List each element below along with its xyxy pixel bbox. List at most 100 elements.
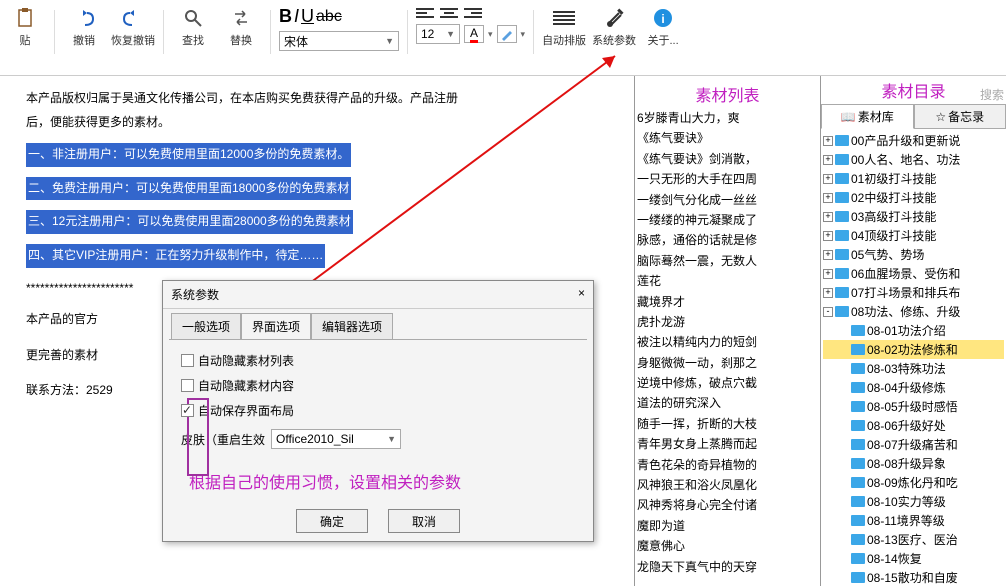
tree-item[interactable]: 08-04升级修炼 bbox=[823, 378, 1004, 397]
tree-toggle-icon[interactable]: + bbox=[823, 250, 833, 260]
replace-button[interactable]: 替换 bbox=[220, 6, 262, 48]
tab-ui[interactable]: 界面选项 bbox=[241, 313, 311, 340]
material-list-item[interactable]: 虎扑龙游 bbox=[637, 312, 818, 332]
checkbox-save-layout[interactable] bbox=[181, 404, 194, 417]
checkbox-hide-content[interactable] bbox=[181, 379, 194, 392]
tree-toggle-icon[interactable]: + bbox=[823, 174, 833, 184]
autolayout-button[interactable]: 自动排版 bbox=[542, 6, 586, 48]
tree-item[interactable]: 08-15散功和自废 bbox=[823, 568, 1004, 586]
tree-item[interactable]: 08-08升级异象 bbox=[823, 454, 1004, 473]
fontsize-select[interactable]: 12▼ bbox=[416, 24, 460, 44]
tree-toggle-icon[interactable]: + bbox=[823, 136, 833, 146]
tree-item[interactable]: 08-11境界等级 bbox=[823, 511, 1004, 530]
close-icon[interactable]: × bbox=[578, 286, 585, 303]
italic-button[interactable]: I bbox=[294, 6, 299, 27]
dialog-titlebar[interactable]: 系统参数 × bbox=[163, 281, 593, 309]
tree-item[interactable]: +07打斗场景和排兵布 bbox=[823, 283, 1004, 302]
tab-general[interactable]: 一般选项 bbox=[171, 313, 241, 340]
tree-item[interactable]: 08-05升级时感悟 bbox=[823, 397, 1004, 416]
tree-toggle-icon[interactable]: + bbox=[823, 212, 833, 222]
material-list-item[interactable]: 《练气要诀》剑消散， bbox=[637, 149, 818, 169]
align-right-button[interactable] bbox=[464, 6, 482, 20]
material-list-item[interactable]: 青色花朵的奇异植物的 bbox=[637, 455, 818, 475]
material-list-item[interactable]: 身躯微微一动，刹那之 bbox=[637, 353, 818, 373]
material-list-item[interactable]: 《练气要诀》 bbox=[637, 128, 818, 148]
redo-button[interactable]: 恢复撤销 bbox=[111, 6, 155, 48]
cancel-button[interactable]: 取消 bbox=[388, 509, 460, 533]
tree-item[interactable]: +06血腥场景、受伤和 bbox=[823, 264, 1004, 283]
tree-toggle-icon[interactable]: + bbox=[823, 193, 833, 203]
skin-select[interactable]: Office2010_Sil▼ bbox=[271, 429, 401, 449]
paste-button[interactable]: 贴 bbox=[4, 6, 46, 48]
tree-item[interactable]: 08-01功法介绍 bbox=[823, 321, 1004, 340]
tree-item[interactable]: 08-03特殊功法 bbox=[823, 359, 1004, 378]
font-select[interactable]: 宋体▼ bbox=[279, 31, 399, 51]
sysparam-button[interactable]: 系统参数 bbox=[592, 6, 636, 48]
tree-item[interactable]: 08-07升级痛苦和 bbox=[823, 435, 1004, 454]
strike-button[interactable]: abc bbox=[316, 8, 342, 26]
material-list-item[interactable]: 莲花 bbox=[637, 271, 818, 291]
tree-item[interactable]: -08功法、修练、升级 bbox=[823, 302, 1004, 321]
tree-item[interactable]: 08-09炼化丹和吃 bbox=[823, 473, 1004, 492]
material-list-item[interactable]: 风神狼王和浴火凤凰化 bbox=[637, 475, 818, 495]
material-list-item[interactable]: 青年男女身上蒸腾而起 bbox=[637, 434, 818, 454]
tab-editor[interactable]: 编辑器选项 bbox=[311, 313, 393, 340]
search-placeholder[interactable]: 搜索 bbox=[980, 86, 1004, 103]
tree-item[interactable]: +00产品升级和更新说 bbox=[823, 131, 1004, 150]
align-left-button[interactable] bbox=[416, 6, 434, 20]
material-list-item[interactable]: 被注以精纯内力的短剑 bbox=[637, 332, 818, 352]
tree-toggle-icon[interactable]: - bbox=[823, 307, 833, 317]
folder-icon bbox=[851, 515, 865, 526]
tree-item[interactable]: +03高级打斗技能 bbox=[823, 207, 1004, 226]
material-list-item[interactable]: 风神秀将身心完全付诸 bbox=[637, 495, 818, 515]
material-list-item[interactable]: 魔即为道 bbox=[637, 516, 818, 536]
about-button[interactable]: i 关于... bbox=[642, 6, 684, 48]
material-list-item[interactable]: 逆境中修炼，破点穴截 bbox=[637, 373, 818, 393]
align-center-button[interactable] bbox=[440, 6, 458, 20]
material-list-item[interactable]: 一只无形的大手在四周 bbox=[637, 169, 818, 189]
material-list-item[interactable]: 道法的研究深入 bbox=[637, 393, 818, 413]
paste-icon bbox=[13, 6, 37, 30]
material-list-item[interactable]: 魔意佛心 bbox=[637, 536, 818, 556]
tree-item[interactable]: 08-10实力等级 bbox=[823, 492, 1004, 511]
tree-item[interactable]: +04顶级打斗技能 bbox=[823, 226, 1004, 245]
material-list-item[interactable]: 随手一挥，折断的大枝 bbox=[637, 414, 818, 434]
tree-item[interactable]: +02中级打斗技能 bbox=[823, 188, 1004, 207]
folder-icon bbox=[835, 154, 849, 165]
tree-toggle-icon[interactable]: + bbox=[823, 288, 833, 298]
tab-memo[interactable]: ☆备忘录 bbox=[914, 104, 1006, 129]
tree-item[interactable]: +01初级打斗技能 bbox=[823, 169, 1004, 188]
tree-item[interactable]: 08-13医疗、医治 bbox=[823, 530, 1004, 549]
find-button[interactable]: 查找 bbox=[172, 6, 214, 48]
star-icon: ☆ bbox=[935, 110, 946, 124]
material-list-item[interactable]: 脑际蓦然一震，无数人 bbox=[637, 251, 818, 271]
tree-item[interactable]: 08-02功法修炼和 bbox=[823, 340, 1004, 359]
checkbox-hide-list[interactable] bbox=[181, 354, 194, 367]
tree-item[interactable]: +00人名、地名、功法 bbox=[823, 150, 1004, 169]
tree-item[interactable]: 08-14恢复 bbox=[823, 549, 1004, 568]
tab-material-lib[interactable]: 📖素材库 bbox=[821, 104, 914, 129]
material-list-item[interactable]: 一缕缕的神元凝聚成了 bbox=[637, 210, 818, 230]
underline-button[interactable]: U bbox=[301, 6, 314, 27]
font-color-button[interactable]: A bbox=[464, 25, 484, 43]
material-list-item[interactable]: 6岁滕青山大力，爽 bbox=[637, 108, 818, 128]
material-list-item[interactable]: 一缕剑气分化成一丝丝 bbox=[637, 190, 818, 210]
folder-icon bbox=[835, 230, 849, 241]
undo-button[interactable]: 撤销 bbox=[63, 6, 105, 48]
tree-toggle-icon[interactable]: + bbox=[823, 231, 833, 241]
folder-icon bbox=[851, 382, 865, 393]
tree-item[interactable]: 08-06升级好处 bbox=[823, 416, 1004, 435]
material-tree-panel: 素材目录 📖素材库 ☆备忘录 +00产品升级和更新说+00人名、地名、功法+01… bbox=[820, 76, 1006, 586]
highlight-button[interactable] bbox=[497, 25, 517, 43]
material-list-item[interactable]: 脉感，通俗的话就是修 bbox=[637, 230, 818, 250]
tree-toggle-icon[interactable]: + bbox=[823, 269, 833, 279]
material-list-item[interactable]: 藏境界才 bbox=[637, 292, 818, 312]
tree-item[interactable]: +05气势、势场 bbox=[823, 245, 1004, 264]
book-icon: 📖 bbox=[841, 110, 856, 124]
material-list-item[interactable]: 龙隐天下真气中的天穿 bbox=[637, 557, 818, 577]
tree-toggle-icon[interactable]: + bbox=[823, 155, 833, 165]
find-icon bbox=[181, 6, 205, 30]
ok-button[interactable]: 确定 bbox=[296, 509, 368, 533]
bold-button[interactable]: B bbox=[279, 6, 292, 27]
dialog-note: 根据自己的使用习惯，设置相关的参数 bbox=[181, 455, 575, 507]
